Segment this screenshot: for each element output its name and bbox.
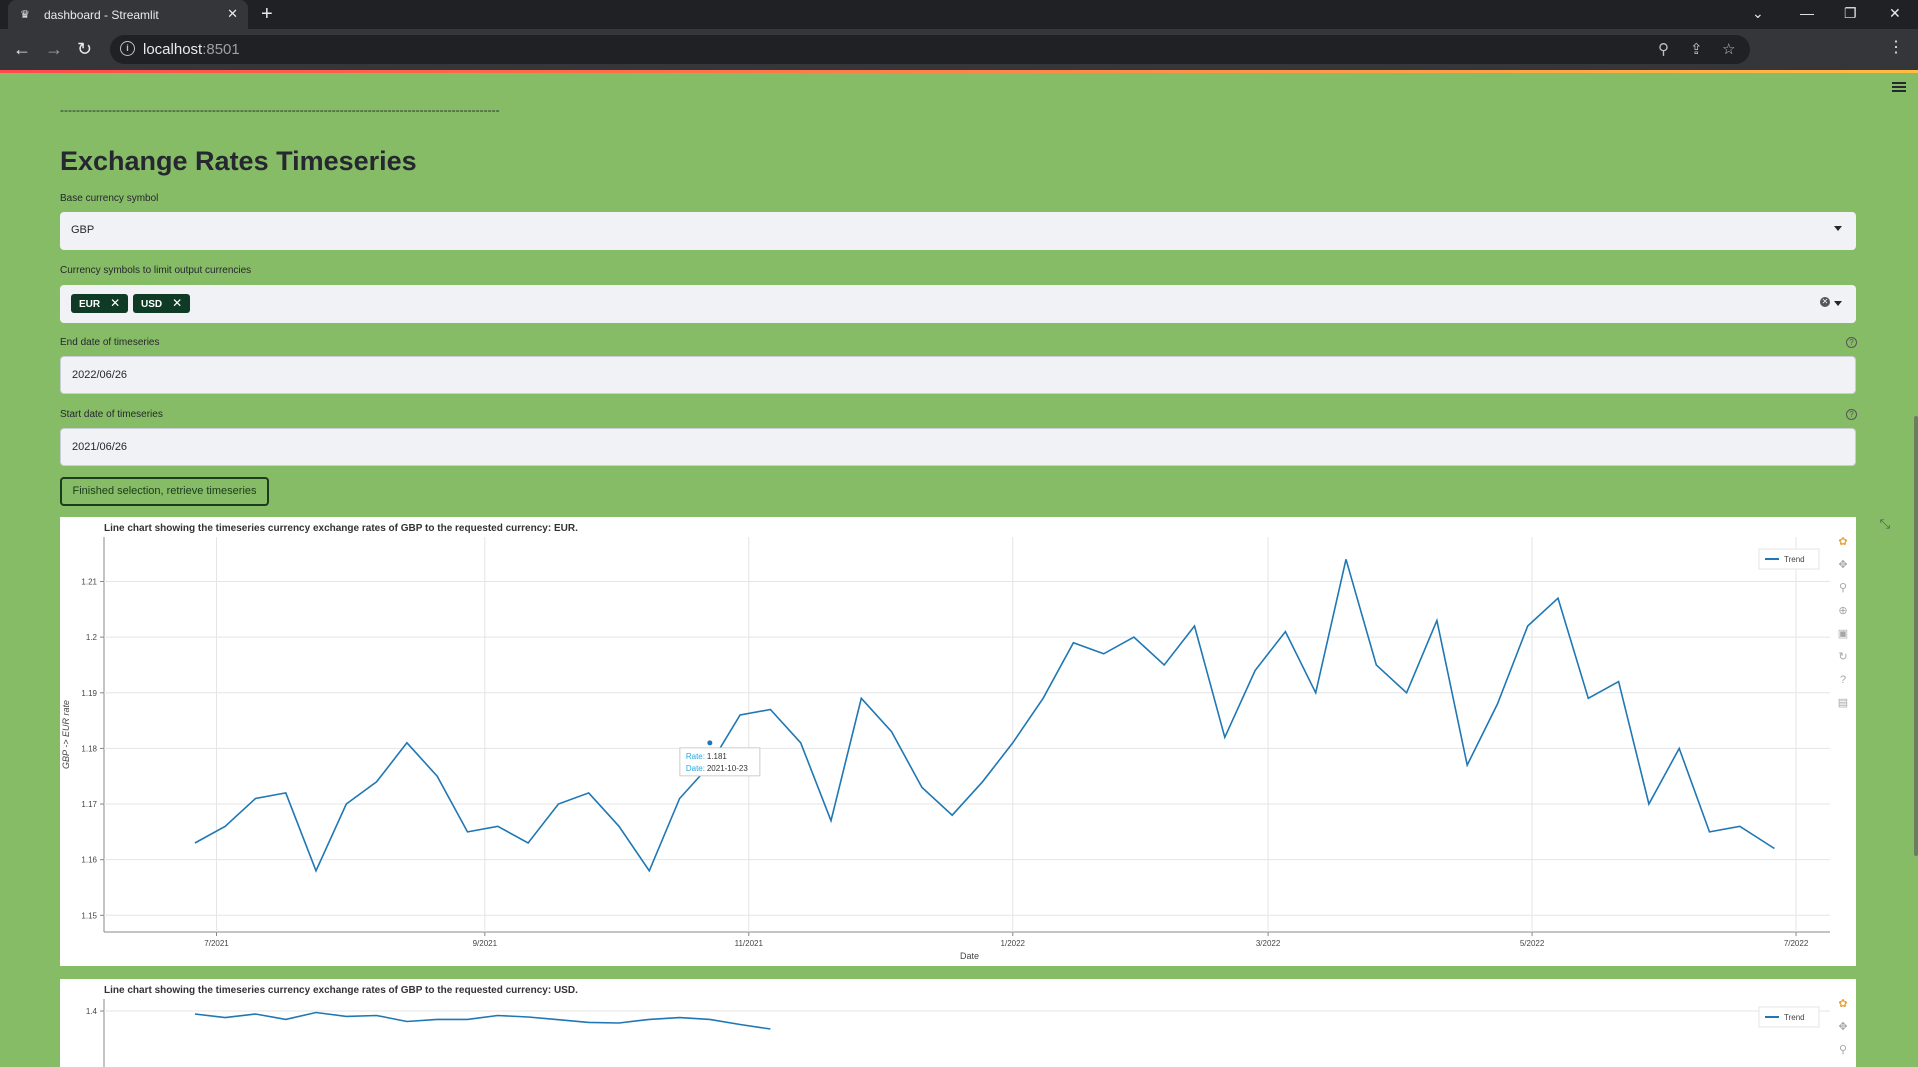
tooltip-rate-label: Rate: [686,752,705,761]
start-date-input[interactable]: 2021/06/26 [60,428,1856,466]
chevron-down-icon[interactable] [1834,226,1842,231]
browser-menu-icon[interactable]: ⋮ [1888,37,1904,57]
retrieve-timeseries-button[interactable]: Finished selection, retrieve timeseries [60,477,269,506]
save-icon[interactable]: ▣ [1836,627,1850,641]
y-tick-label: 1.21 [81,578,97,587]
tab-title: dashboard - Streamlit [44,8,159,22]
symbols-label: Currency symbols to limit output currenc… [60,265,252,276]
y-axis-label: GBP -> EUR rate [61,700,71,769]
x-tick-label: 9/2021 [473,939,498,948]
start-date-value: 2021/06/26 [72,441,128,453]
symbol-chip-label: EUR [79,299,101,310]
chevron-down-icon[interactable] [1834,301,1842,306]
help-icon[interactable]: ? [1846,409,1857,420]
series-line-trend [194,559,1775,873]
reset-icon[interactable]: ↻ [1836,650,1850,664]
base-currency-select[interactable]: GBP [60,212,1856,250]
reload-icon[interactable]: ↻ [77,38,92,60]
x-axis-label: Date [960,951,979,961]
new-tab-icon[interactable]: + [261,4,273,24]
minimize-icon[interactable]: — [1800,5,1814,21]
tooltip-date-value: 2021-10-23 [707,764,748,773]
divider-text: ----------------------------------------… [60,103,500,117]
streamlit-decoration-bar [0,70,1918,73]
symbol-chip[interactable]: USD ✕ [133,294,191,313]
help-tool-icon[interactable]: ? [1836,673,1850,687]
pan-tool-icon[interactable]: ✥ [1836,1020,1850,1034]
remove-chip-icon[interactable]: ✕ [110,296,120,310]
bokeh-logo-icon[interactable]: ✿ [1836,997,1850,1011]
tab-search-icon[interactable]: ⌄ [1752,5,1764,22]
y-tick-label: 1.19 [81,689,97,698]
browser-tab-strip: ♛ dashboard - Streamlit ✕ + ⌄ — ❐ ✕ [0,0,1918,29]
bookmark-star-icon[interactable]: ☆ [1722,40,1735,58]
streamlit-favicon-icon: ♛ [20,9,30,21]
clear-all-icon[interactable]: ✕ [1820,297,1830,307]
series-line-trend [194,1011,771,1030]
bokeh-toolbar: ✿ ✥ ⚲ [1830,997,1856,1066]
bokeh-toolbar: ✿ ✥ ⚲ ⊕ ▣ ↻ ? ▤ [1830,535,1856,719]
box-zoom-icon[interactable]: ⚲ [1836,581,1850,595]
usd-chart-card: Line chart showing the timeseries curren… [60,979,1856,1067]
address-bar[interactable]: i localhost:8501 ⚲ ⇪ ☆ [110,35,1750,64]
y-tick-label: 1.18 [81,744,97,753]
wheel-zoom-icon[interactable]: ⊕ [1836,604,1850,618]
hover-tool-icon[interactable]: ▤ [1836,696,1850,710]
y-tick-label: 1.2 [86,633,98,642]
end-date-label: End date of timeseries [60,337,160,348]
box-zoom-icon[interactable]: ⚲ [1836,1043,1850,1057]
tooltip-point [707,740,713,746]
x-tick-label: 5/2022 [1520,939,1545,948]
pan-tool-icon[interactable]: ✥ [1836,558,1850,572]
page-title: Exchange Rates Timeseries [60,146,417,176]
y-tick-label: 1.15 [81,911,97,920]
remove-chip-icon[interactable]: ✕ [172,296,182,310]
back-icon[interactable]: ← [13,38,31,60]
x-tick-label: 3/2022 [1256,939,1281,948]
base-currency-label: Base currency symbol [60,193,159,204]
x-tick-label: 1/2022 [1001,939,1026,948]
eur-line-chart[interactable]: 1.15 1.16 1.17 1.18 1.19 1.2 1.21 7/2021 9/2021 1… [60,517,1830,966]
help-icon[interactable]: ? [1846,337,1857,348]
symbol-chip[interactable]: EUR ✕ [71,294,129,313]
restore-icon[interactable]: ❐ [1844,5,1857,22]
share-icon[interactable]: ⇪ [1690,40,1703,58]
tooltip-date-label: Date: [686,764,705,773]
end-date-input[interactable]: 2022/06/26 [60,356,1856,394]
eur-chart-card: Line chart showing the timeseries curren… [60,517,1856,966]
browser-toolbar: ← → ↻ i localhost:8501 ⚲ ⇪ ☆ ⋮ [0,29,1918,70]
browser-tab[interactable]: ♛ dashboard - Streamlit ✕ [8,0,248,29]
tooltip-rate-value: 1.181 [707,752,728,761]
zoom-icon[interactable]: ⚲ [1658,40,1669,58]
url-text: localhost:8501 [143,41,240,58]
x-tick-label: 11/2021 [735,939,764,948]
page-scrollbar[interactable] [1914,416,1918,856]
site-info-icon[interactable]: i [120,41,135,56]
legend-label: Trend [1784,1013,1805,1022]
symbol-chip-label: USD [141,299,163,310]
y-tick-label: 1.4 [86,1007,98,1016]
end-date-value: 2022/06/26 [72,369,128,381]
symbols-multiselect[interactable]: EUR ✕ USD ✕ ✕ [60,285,1856,323]
y-tick-label: 1.17 [81,800,97,809]
legend-label: Trend [1784,555,1805,564]
x-tick-label: 7/2022 [1784,939,1809,948]
fullscreen-icon[interactable]: ⤡ [1880,516,1890,532]
close-window-icon[interactable]: ✕ [1889,5,1901,22]
y-tick-label: 1.16 [81,856,97,865]
main-menu-icon[interactable] [1892,82,1906,92]
bokeh-logo-icon[interactable]: ✿ [1836,535,1850,549]
x-tick-label: 7/2021 [204,939,229,948]
usd-line-chart[interactable]: 1.4 Trend [60,979,1830,1067]
start-date-label: Start date of timeseries [60,409,163,420]
close-tab-icon[interactable]: ✕ [227,6,238,22]
base-currency-value: GBP [71,224,95,236]
forward-icon[interactable]: → [45,38,63,60]
